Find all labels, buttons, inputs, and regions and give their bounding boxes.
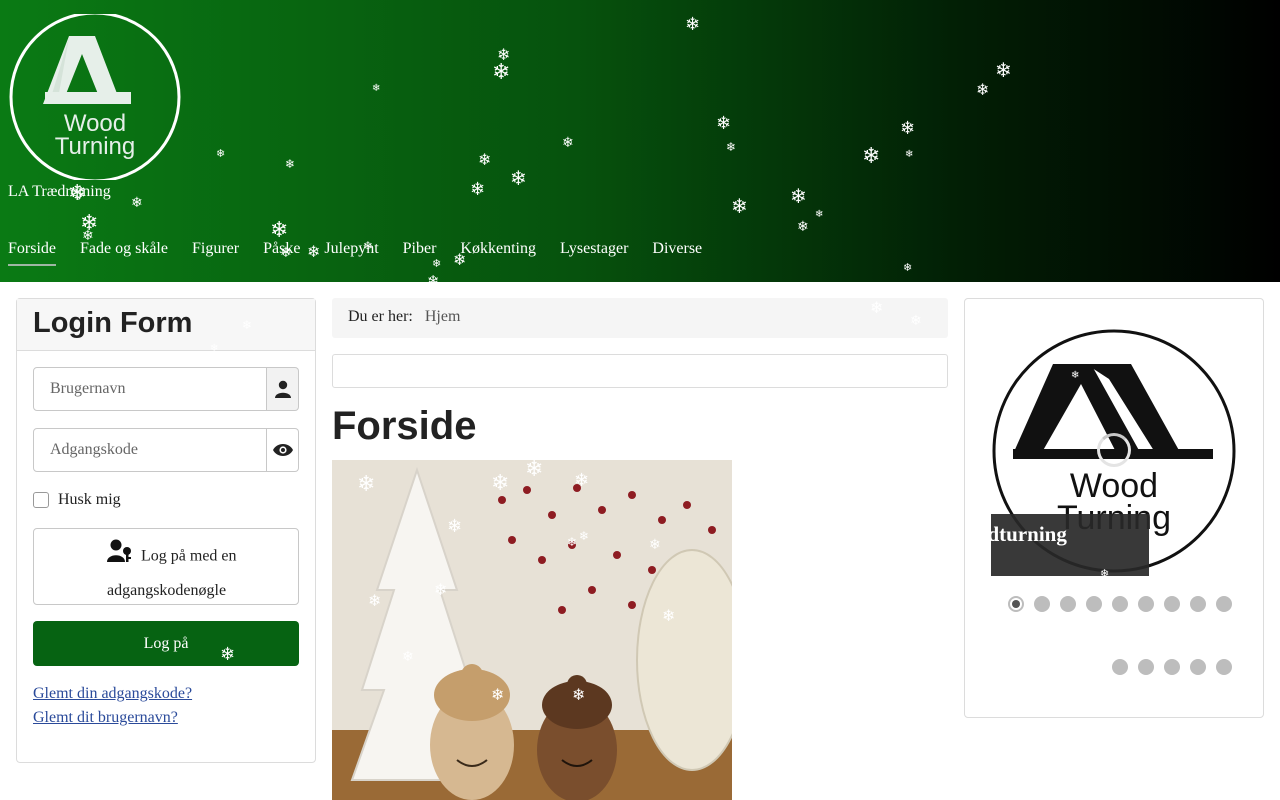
- nav-item-fade-og-skale[interactable]: Fade og skåle: [80, 240, 168, 266]
- user-key-icon: [107, 539, 133, 575]
- slider-dot[interactable]: [1138, 659, 1154, 675]
- slider-dot[interactable]: [1086, 596, 1102, 612]
- slide-caption: odturning t: [991, 514, 1149, 576]
- slider-dot[interactable]: [1112, 659, 1128, 675]
- eye-icon[interactable]: [267, 428, 299, 472]
- user-icon: [267, 367, 299, 411]
- slider-dot[interactable]: [1138, 596, 1154, 612]
- nav-item-figurer[interactable]: Figurer: [192, 240, 239, 266]
- slider-dot[interactable]: [1164, 659, 1180, 675]
- slider-dot[interactable]: [1216, 596, 1232, 612]
- breadcrumb: Du er her: Hjem: [332, 298, 948, 338]
- slider-dots-row2: [1112, 659, 1232, 675]
- nav-item-kokkenting[interactable]: Køkkenting: [460, 240, 536, 266]
- slider-dot[interactable]: [1060, 596, 1076, 612]
- loading-spinner: [1097, 433, 1131, 467]
- forgot-username-link[interactable]: Glemt dit brugernavn?: [33, 709, 178, 727]
- nav-item-lysestager[interactable]: Lysestager: [560, 240, 628, 266]
- slider-dot[interactable]: [1164, 596, 1180, 612]
- password-field: [33, 428, 299, 472]
- nav-item-paske[interactable]: Påske: [263, 240, 300, 266]
- slider-dot[interactable]: [1112, 596, 1128, 612]
- username-field: [33, 367, 299, 411]
- image-slider: Wood Turning odturning t: [964, 298, 1264, 718]
- logo-line2: Turning: [55, 133, 135, 160]
- remember-label: Husk mig: [58, 491, 121, 508]
- slider-dot[interactable]: [1190, 659, 1206, 675]
- slider-dot[interactable]: [1216, 659, 1232, 675]
- slider-dots-row1: [1008, 596, 1232, 612]
- nav-item-piber[interactable]: Piber: [403, 240, 437, 266]
- login-button[interactable]: Log på: [33, 621, 299, 666]
- password-input[interactable]: [33, 428, 267, 472]
- slider-dot[interactable]: [1008, 596, 1024, 612]
- featured-photo: [332, 460, 732, 800]
- caption-title: odturning: [991, 522, 1067, 546]
- slider-dot[interactable]: [1034, 596, 1050, 612]
- empty-module: [332, 354, 948, 388]
- passkey-login-button[interactable]: Log på med en adgangskodenøgle: [33, 528, 299, 605]
- login-form: Login Form Husk mig Log på med en adgang…: [16, 298, 316, 763]
- site-logo[interactable]: Wood Turning: [9, 14, 181, 180]
- login-title: Login Form: [33, 307, 193, 339]
- page-title: Forside: [332, 404, 477, 448]
- forgot-password-link[interactable]: Glemt din adgangskode?: [33, 685, 192, 703]
- nav-item-forside[interactable]: Forside: [8, 240, 56, 266]
- site-name: LA Trædrejning: [8, 183, 111, 200]
- slider-dot[interactable]: [1190, 596, 1206, 612]
- breadcrumb-home: Hjem: [424, 308, 461, 325]
- breadcrumb-label: Du er her:: [348, 308, 413, 325]
- nav-item-julepynt[interactable]: Julepynt: [324, 240, 378, 266]
- remember-me[interactable]: Husk mig: [33, 491, 121, 509]
- username-input[interactable]: [33, 367, 267, 411]
- site-header: Wood Turning LA Trædrejning Forside Fade…: [0, 0, 1280, 282]
- main-nav: Forside Fade og skåle Figurer Påske Jule…: [8, 240, 726, 266]
- login-header: Login Form: [17, 299, 315, 351]
- remember-checkbox[interactable]: [33, 492, 49, 508]
- nav-item-diverse[interactable]: Diverse: [652, 240, 702, 266]
